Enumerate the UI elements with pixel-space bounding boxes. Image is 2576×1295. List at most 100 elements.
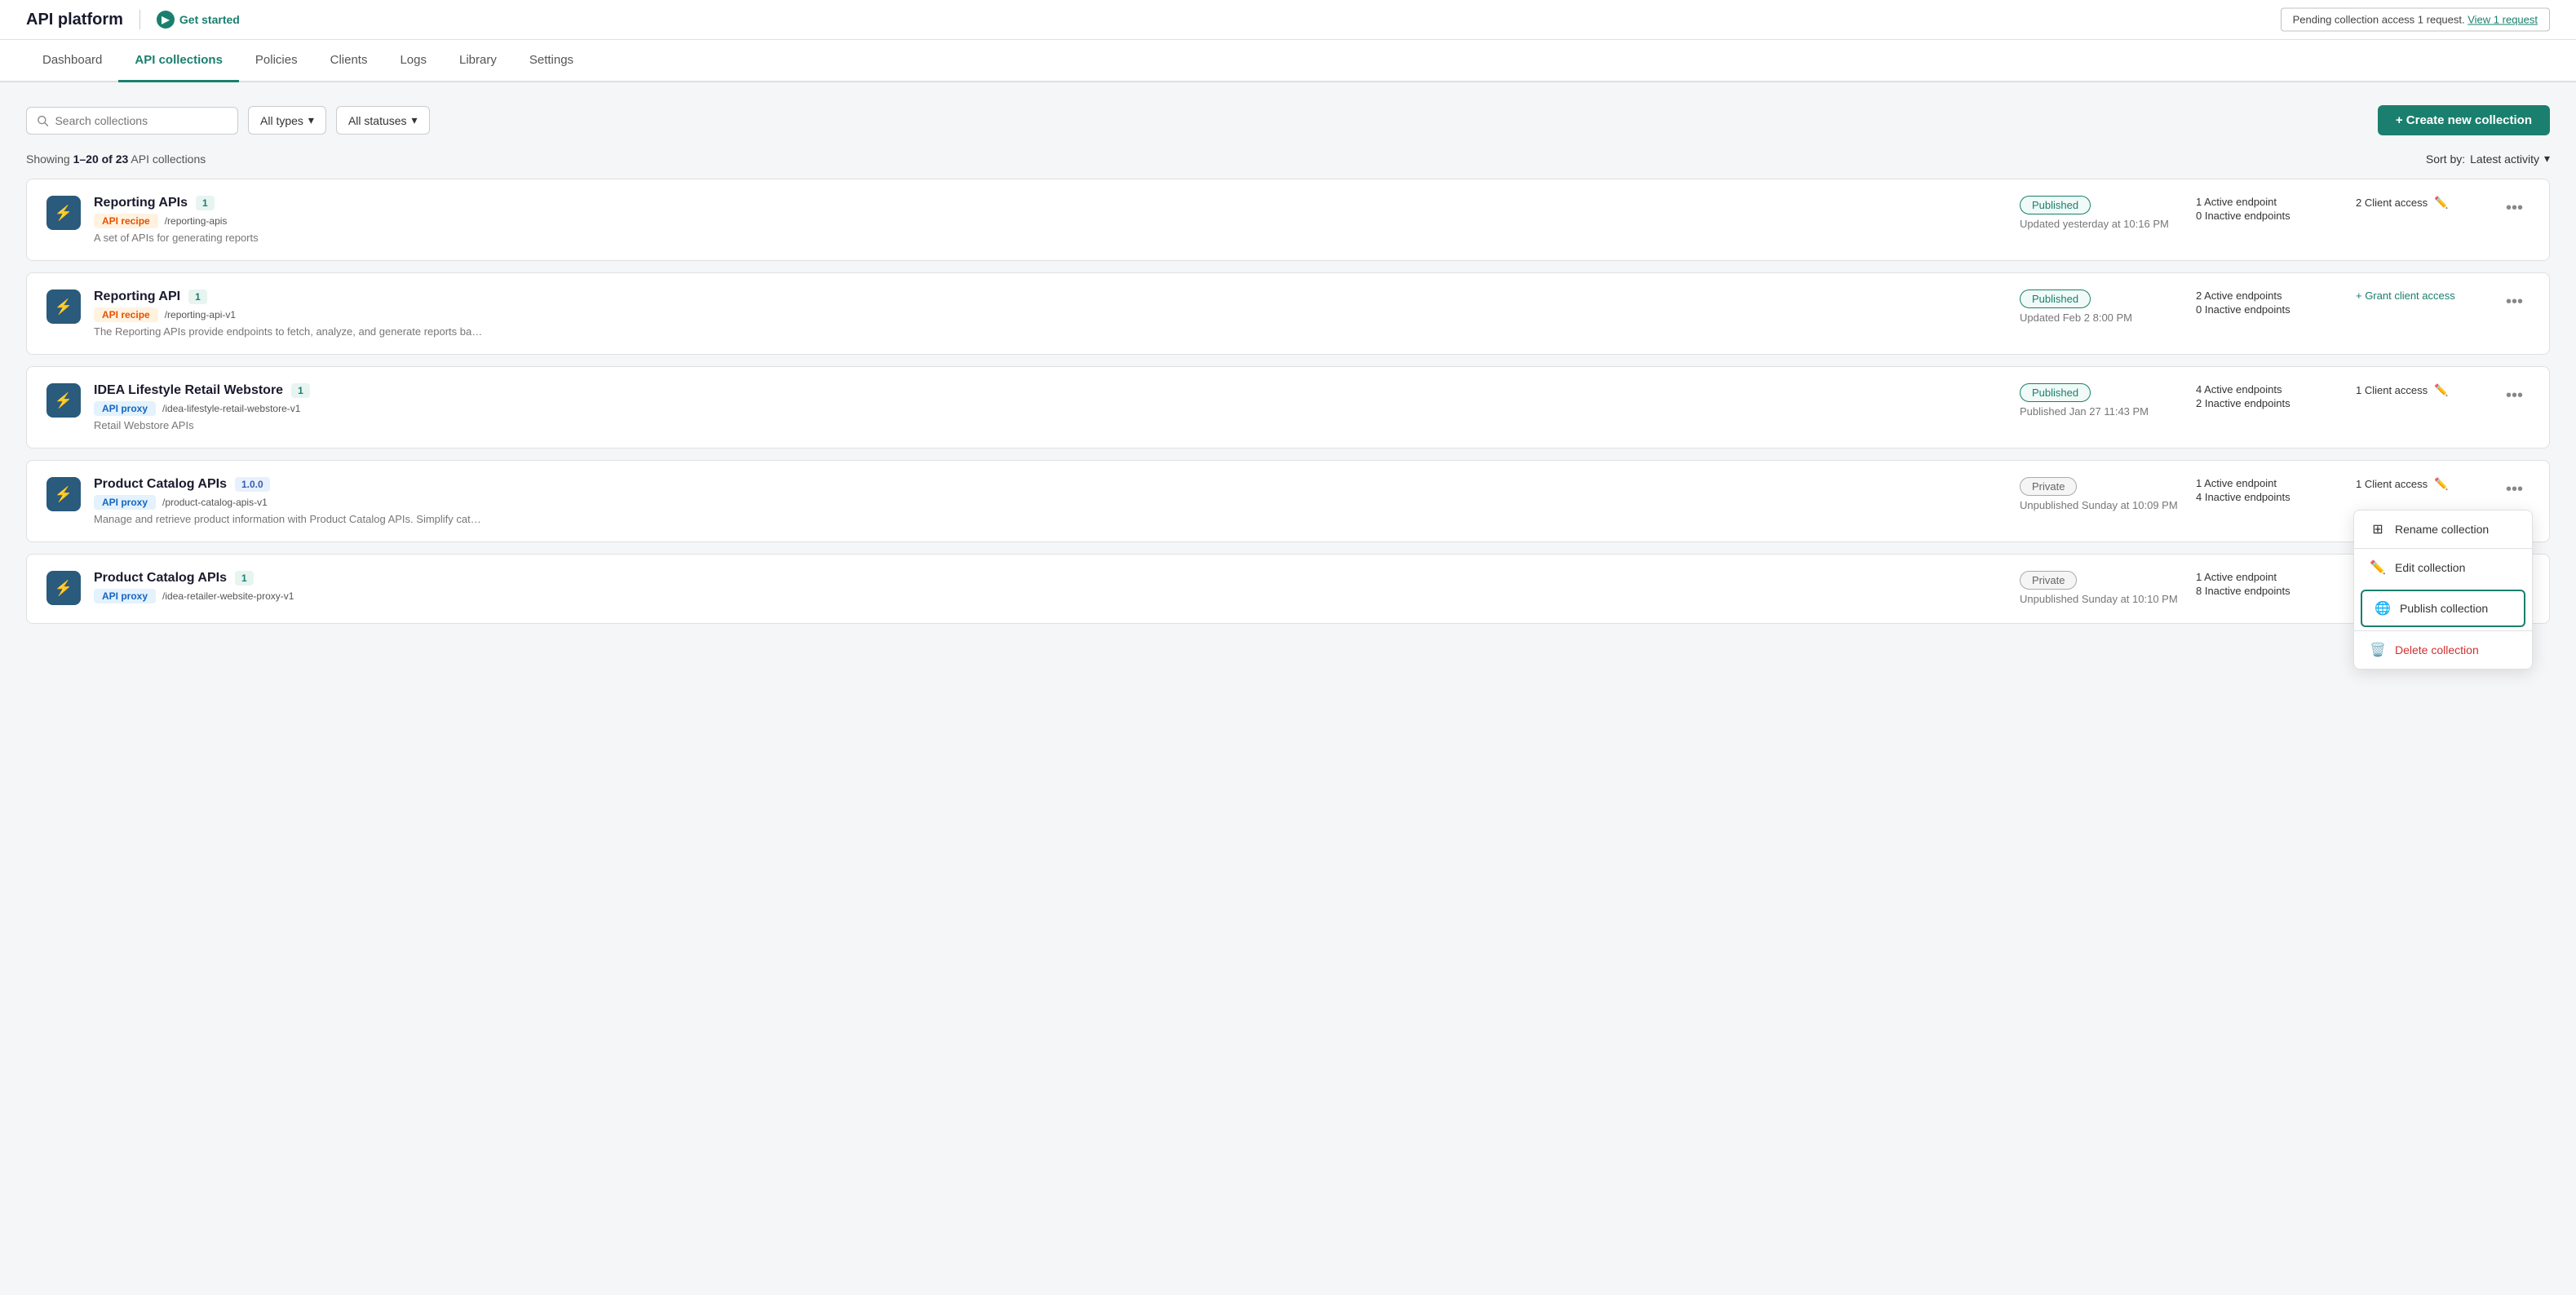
search-input[interactable] bbox=[55, 114, 228, 127]
collection-tag-3: API proxy bbox=[94, 495, 156, 510]
collection-desc-0: A set of APIs for generating reports bbox=[94, 232, 485, 244]
collection-main-4: Product Catalog APIs 1 API proxy /idea-r… bbox=[94, 571, 2007, 607]
rename-icon: ⊞ bbox=[2370, 522, 2385, 537]
edit-access-icon-2[interactable]: ✏️ bbox=[2434, 383, 2448, 397]
title-row-4: Product Catalog APIs 1 bbox=[94, 571, 2007, 586]
publish-collection-item[interactable]: 🌐 Publish collection bbox=[2361, 590, 2525, 627]
tags-row-4: API proxy /idea-retailer-website-proxy-v… bbox=[94, 589, 2007, 603]
inactive-endpoints-4: 8 Inactive endpoints bbox=[2196, 585, 2343, 597]
status-badge-1: Published bbox=[2020, 289, 2091, 308]
nav-item-clients[interactable]: Clients bbox=[314, 40, 384, 82]
status-date-3: Unpublished Sunday at 10:09 PM bbox=[2020, 499, 2178, 511]
more-menu-button-1[interactable]: ••• bbox=[2499, 289, 2530, 315]
edit-collection-item[interactable]: ✏️ Edit collection bbox=[2354, 549, 2532, 586]
toolbar: All types ▾ All statuses ▾ + Create new … bbox=[26, 105, 2550, 135]
collection-card-1: ⚡ Reporting API 1 API recipe /reporting-… bbox=[26, 272, 2550, 355]
collection-icon-1: ⚡ bbox=[46, 289, 81, 324]
delete-label: Delete collection bbox=[2395, 643, 2479, 656]
search-box[interactable] bbox=[26, 107, 238, 135]
access-area-3: 1 Client access ✏️ bbox=[2356, 477, 2486, 491]
nav-item-dashboard[interactable]: Dashboard bbox=[26, 40, 118, 82]
collection-path-3: /product-catalog-apis-v1 bbox=[162, 497, 268, 508]
collection-icon-0: ⚡ bbox=[46, 196, 81, 230]
collection-name-3: Product Catalog APIs bbox=[94, 477, 227, 492]
inactive-endpoints-0: 0 Inactive endpoints bbox=[2196, 210, 2343, 222]
rename-collection-item[interactable]: ⊞ Rename collection bbox=[2354, 510, 2532, 548]
create-collection-button[interactable]: + Create new collection bbox=[2378, 105, 2550, 135]
endpoints-area-0: 1 Active endpoint 0 Inactive endpoints bbox=[2196, 196, 2343, 222]
nav-item-logs[interactable]: Logs bbox=[383, 40, 443, 82]
collection-desc-2: Retail Webstore APIs bbox=[94, 419, 485, 431]
status-badge-3: Private bbox=[2020, 477, 2077, 496]
tags-row-1: API recipe /reporting-api-v1 bbox=[94, 307, 2007, 322]
active-endpoints-4: 1 Active endpoint bbox=[2196, 571, 2343, 583]
collection-desc-1: The Reporting APIs provide endpoints to … bbox=[94, 325, 485, 338]
status-badge-4: Private bbox=[2020, 571, 2077, 590]
nav-bar: Dashboard API collections Policies Clien… bbox=[0, 40, 2576, 82]
more-menu-button-3[interactable]: ••• bbox=[2499, 477, 2530, 502]
inactive-endpoints-1: 0 Inactive endpoints bbox=[2196, 303, 2343, 316]
collection-name-4: Product Catalog APIs bbox=[94, 571, 227, 586]
all-types-filter[interactable]: All types ▾ bbox=[248, 106, 326, 135]
more-menu-button-2[interactable]: ••• bbox=[2499, 383, 2530, 409]
title-row-0: Reporting APIs 1 bbox=[94, 196, 2007, 210]
showing-count: Showing 1–20 of 23 API collections bbox=[26, 152, 206, 166]
collection-tag-2: API proxy bbox=[94, 401, 156, 416]
status-area-2: Published Published Jan 27 11:43 PM bbox=[2020, 383, 2183, 418]
access-area-0: 2 Client access ✏️ bbox=[2356, 196, 2486, 210]
collection-icon-3: ⚡ bbox=[46, 477, 81, 511]
nav-item-policies[interactable]: Policies bbox=[239, 40, 314, 82]
collection-path-1: /reporting-api-v1 bbox=[165, 309, 236, 320]
endpoints-area-1: 2 Active endpoints 0 Inactive endpoints bbox=[2196, 289, 2343, 316]
edit-access-icon-3[interactable]: ✏️ bbox=[2434, 477, 2448, 491]
dropdown-menu-3: ⊞ Rename collection ✏️ Edit collection 🌐… bbox=[2353, 510, 2533, 670]
collection-card-0: ⚡ Reporting APIs 1 API recipe /reporting… bbox=[26, 179, 2550, 261]
pending-badge: Pending collection access 1 request. Vie… bbox=[2281, 8, 2550, 32]
collection-tag-1: API recipe bbox=[94, 307, 158, 322]
endpoints-area-2: 4 Active endpoints 2 Inactive endpoints bbox=[2196, 383, 2343, 409]
nav-item-settings[interactable]: Settings bbox=[513, 40, 590, 82]
get-started-link[interactable]: ▶ Get started bbox=[157, 11, 240, 29]
sort-chevron: ▾ bbox=[2544, 152, 2550, 166]
grant-access-link-1[interactable]: + Grant client access bbox=[2356, 289, 2455, 302]
publish-label: Publish collection bbox=[2400, 602, 2488, 615]
more-menu-button-0[interactable]: ••• bbox=[2499, 196, 2530, 221]
status-badge-2: Published bbox=[2020, 383, 2091, 402]
collection-tag-4: API proxy bbox=[94, 589, 156, 603]
all-statuses-filter[interactable]: All statuses ▾ bbox=[336, 106, 430, 135]
title-divider bbox=[139, 10, 140, 29]
status-area-4: Private Unpublished Sunday at 10:10 PM bbox=[2020, 571, 2183, 605]
collection-name-0: Reporting APIs bbox=[94, 196, 188, 210]
nav-item-library[interactable]: Library bbox=[443, 40, 513, 82]
status-area-1: Published Updated Feb 2 8:00 PM bbox=[2020, 289, 2183, 324]
collection-path-0: /reporting-apis bbox=[165, 215, 228, 227]
tags-row-0: API recipe /reporting-apis bbox=[94, 214, 2007, 228]
pending-text: Pending collection access 1 request. bbox=[2293, 14, 2465, 26]
edit-icon: ✏️ bbox=[2370, 560, 2385, 575]
collection-desc-3: Manage and retrieve product information … bbox=[94, 513, 485, 525]
delete-collection-item[interactable]: 🗑️ Delete collection bbox=[2354, 631, 2532, 669]
collection-card-4: ⚡ Product Catalog APIs 1 API proxy /idea… bbox=[26, 554, 2550, 624]
all-types-label: All types bbox=[260, 114, 303, 127]
status-date-0: Updated yesterday at 10:16 PM bbox=[2020, 218, 2169, 230]
collection-count-1: 1 bbox=[188, 289, 207, 304]
status-date-2: Published Jan 27 11:43 PM bbox=[2020, 405, 2149, 418]
status-area-3: Private Unpublished Sunday at 10:09 PM bbox=[2020, 477, 2183, 511]
all-statuses-chevron: ▾ bbox=[412, 113, 418, 127]
publish-icon: 🌐 bbox=[2375, 601, 2390, 616]
active-endpoints-3: 1 Active endpoint bbox=[2196, 477, 2343, 489]
collection-icon-4: ⚡ bbox=[46, 571, 81, 605]
app-title: API platform bbox=[26, 11, 123, 29]
pending-link[interactable]: View 1 request bbox=[2468, 14, 2538, 26]
create-collection-label: + Create new collection bbox=[2396, 113, 2532, 127]
collection-count-4: 1 bbox=[235, 571, 254, 586]
inactive-endpoints-2: 2 Inactive endpoints bbox=[2196, 397, 2343, 409]
sort-button[interactable]: Sort by: Latest activity ▾ bbox=[2426, 152, 2550, 166]
edit-access-icon-0[interactable]: ✏️ bbox=[2434, 196, 2448, 210]
collection-card-2: ⚡ IDEA Lifestyle Retail Webstore 1 API p… bbox=[26, 366, 2550, 449]
collection-card-3: ⚡ Product Catalog APIs 1.0.0 API proxy /… bbox=[26, 460, 2550, 542]
status-date-4: Unpublished Sunday at 10:10 PM bbox=[2020, 593, 2178, 605]
collection-count-0: 1 bbox=[196, 196, 215, 210]
active-endpoints-2: 4 Active endpoints bbox=[2196, 383, 2343, 396]
nav-item-api-collections[interactable]: API collections bbox=[118, 40, 239, 82]
